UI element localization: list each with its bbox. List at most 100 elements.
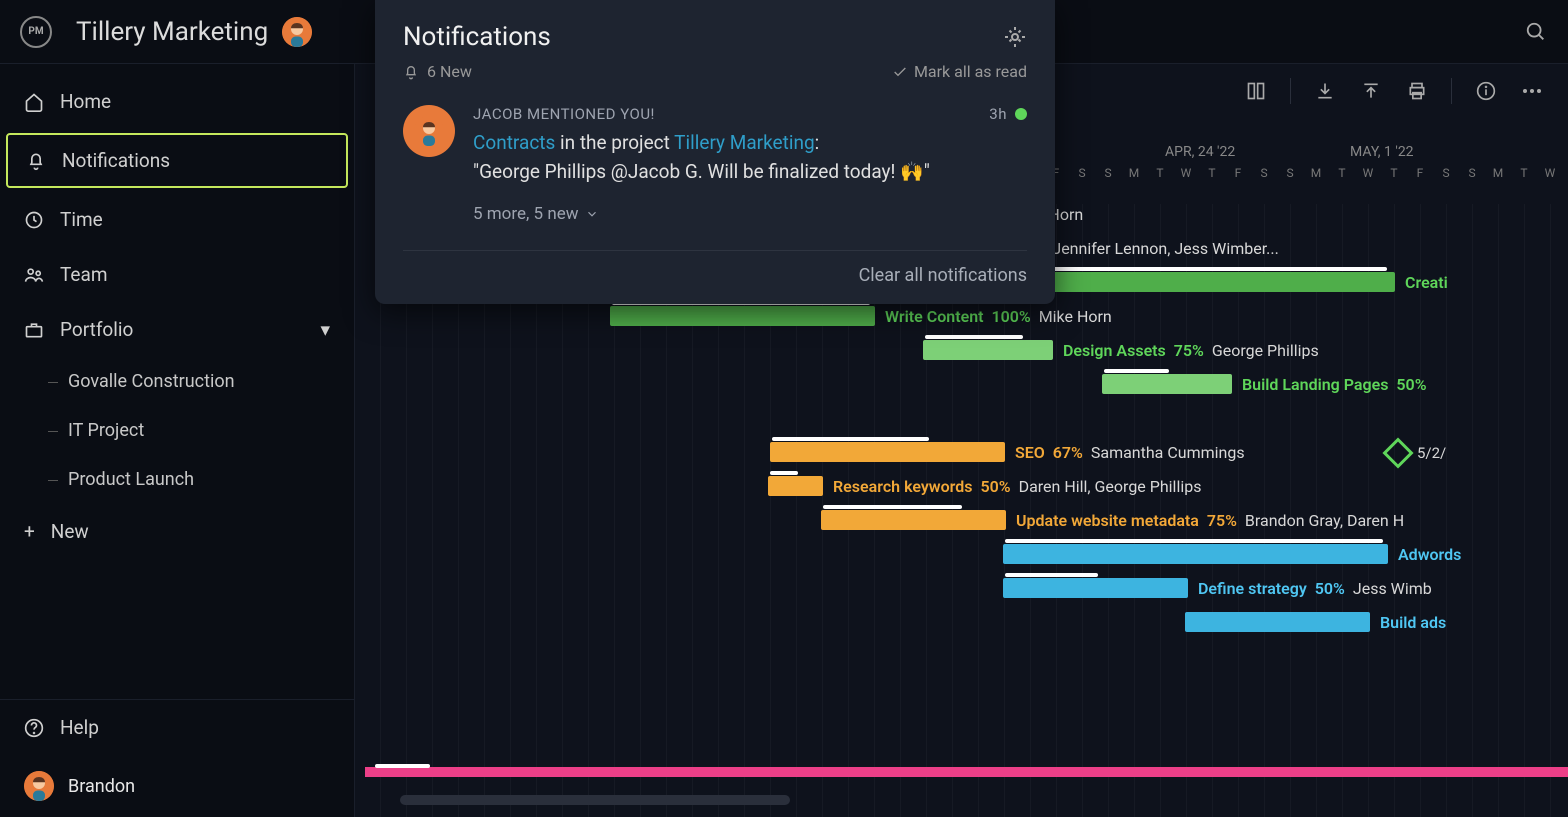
gantt-row[interactable]: Define strategy 50%Jess Wimb — [1003, 578, 1432, 598]
gantt-bar[interactable] — [1185, 612, 1370, 632]
gantt-row[interactable]: SEO 67%Samantha Cummings — [770, 442, 1245, 462]
notification-time: 3h — [989, 105, 1007, 123]
month-label: APR, 24 '22 — [1165, 144, 1235, 160]
unread-dot — [1015, 108, 1027, 120]
day-cell: T — [1381, 166, 1407, 180]
task-assignees: Daren Hill, George Phillips — [1019, 477, 1202, 496]
download-icon[interactable] — [1313, 79, 1337, 103]
task-assignees: George Phillips — [1212, 341, 1319, 360]
gantt-bar[interactable] — [768, 476, 823, 496]
user-name: Brandon — [68, 776, 135, 797]
upload-icon[interactable] — [1359, 79, 1383, 103]
grid-icon[interactable] — [1244, 79, 1268, 103]
portfolio-child[interactable]: Govalle Construction — [0, 357, 354, 406]
day-cell: S — [1069, 166, 1095, 180]
workspace-avatar[interactable] — [282, 17, 312, 47]
horizontal-scrollbar[interactable] — [400, 795, 790, 805]
plus-icon: + — [24, 520, 35, 543]
day-cell: S — [1095, 166, 1121, 180]
task-title: Adwords — [1398, 545, 1461, 564]
panel-title: Notifications — [403, 22, 551, 52]
task-assignees: ps, Jennifer Lennon, Jess Wimber... — [1028, 239, 1279, 258]
sidebar-item-portfolio[interactable]: Portfolio ▾ — [0, 302, 354, 357]
clear-all-notifications[interactable]: Clear all notifications — [403, 250, 1027, 286]
sidebar: Home Notifications Time Team Portfolio ▾ Gova… — [0, 64, 355, 817]
gantt-bar[interactable] — [610, 306, 875, 326]
mark-all-read[interactable]: Mark all as read — [892, 62, 1027, 81]
sidebar-item-notifications[interactable]: Notifications — [6, 133, 348, 188]
summary-bar[interactable] — [365, 767, 1568, 777]
gantt-bar[interactable] — [1102, 374, 1232, 394]
notification-item[interactable]: JACOB MENTIONED YOU! 3h Contracts in the… — [403, 105, 1027, 228]
notification-avatar — [403, 105, 455, 157]
search-icon[interactable] — [1524, 20, 1548, 44]
gantt-row[interactable]: Build ads — [1185, 612, 1446, 632]
gantt-bar[interactable] — [1025, 272, 1395, 292]
gantt-row[interactable]: Update website metadata 75% Brandon Gray,… — [821, 510, 1404, 530]
sidebar-item-time[interactable]: Time — [0, 192, 354, 247]
gantt-bar[interactable] — [1003, 578, 1188, 598]
task-assignees: Brandon Gray, Daren H — [1245, 511, 1404, 530]
day-cell: T — [1147, 166, 1173, 180]
gantt-row[interactable]: Research keywords 50%Daren Hill, George … — [768, 476, 1201, 496]
day-cell: M — [1121, 166, 1147, 180]
new-button[interactable]: + New — [0, 504, 354, 559]
milestone[interactable] — [1382, 437, 1413, 468]
print-icon[interactable] — [1405, 79, 1429, 103]
notification-heading: JACOB MENTIONED YOU! — [473, 105, 655, 123]
gantt-bar[interactable] — [1003, 544, 1388, 564]
gear-icon[interactable] — [1003, 25, 1027, 49]
portfolio-child[interactable]: IT Project — [0, 406, 354, 455]
sidebar-item-label: Team — [60, 263, 108, 286]
task-assignees: Jess Wimb — [1353, 579, 1432, 598]
info-icon[interactable] — [1474, 79, 1498, 103]
link-contracts[interactable]: Contracts — [473, 131, 555, 154]
clock-icon — [24, 210, 44, 230]
portfolio-child[interactable]: Product Launch — [0, 455, 354, 504]
notifications-panel: Notifications 6 New Mark all as read JAC… — [375, 0, 1055, 304]
sidebar-item-label: Notifications — [62, 149, 170, 172]
sidebar-item-label: Home — [60, 90, 111, 113]
gantt-row[interactable]: Build Landing Pages 50% — [1102, 374, 1427, 394]
task-title: Design Assets 75% — [1063, 341, 1204, 360]
team-icon — [24, 265, 44, 285]
home-icon — [24, 92, 44, 112]
new-label: New — [51, 520, 89, 543]
separator — [1290, 78, 1291, 104]
gantt-bar[interactable] — [923, 340, 1053, 360]
gantt-row[interactable]: Write Content 100%Mike Horn — [610, 306, 1112, 326]
new-count: 6 New — [427, 62, 472, 81]
help-icon — [24, 718, 44, 738]
task-title: Build Landing Pages 50% — [1242, 375, 1427, 394]
day-cell: T — [1563, 166, 1568, 180]
sidebar-item-team[interactable]: Team — [0, 247, 354, 302]
gantt-bar[interactable] — [770, 442, 1005, 462]
toolbar — [1220, 64, 1568, 118]
chevron-down-icon: ▾ — [320, 318, 330, 341]
user-avatar — [24, 771, 54, 801]
gantt-row[interactable]: Design Assets 75% George Phillips — [923, 340, 1319, 360]
gantt-bar[interactable] — [821, 510, 1006, 530]
current-user[interactable]: Brandon — [0, 755, 354, 817]
gantt-row[interactable]: Creati — [1025, 272, 1448, 292]
task-title: SEO 67% — [1015, 443, 1083, 462]
sidebar-item-label: Portfolio — [60, 318, 133, 341]
gantt-row[interactable]: ps, Jennifer Lennon, Jess Wimber... — [1020, 238, 1279, 258]
more-icon[interactable] — [1520, 79, 1544, 103]
task-title: Update website metadata 75% — [1016, 511, 1237, 530]
day-cell: S — [1459, 166, 1485, 180]
app-logo[interactable]: PM — [20, 16, 52, 48]
milestone-label: 5/2/ — [1417, 444, 1446, 462]
day-cell: F — [1407, 166, 1433, 180]
help-button[interactable]: Help — [0, 700, 354, 755]
bell-icon — [26, 151, 46, 171]
briefcase-icon — [24, 320, 44, 340]
workspace-title[interactable]: Tillery Marketing — [76, 17, 268, 47]
link-project[interactable]: Tillery Marketing — [674, 131, 814, 154]
expand-more[interactable]: 5 more, 5 new — [473, 204, 1027, 224]
month-label: MAY, 1 '22 — [1350, 144, 1414, 160]
task-assignees: Mike Horn — [1039, 307, 1112, 326]
sidebar-item-home[interactable]: Home — [0, 74, 354, 129]
gantt-row[interactable]: Adwords — [1003, 544, 1461, 564]
sidebar-item-label: Time — [60, 208, 103, 231]
